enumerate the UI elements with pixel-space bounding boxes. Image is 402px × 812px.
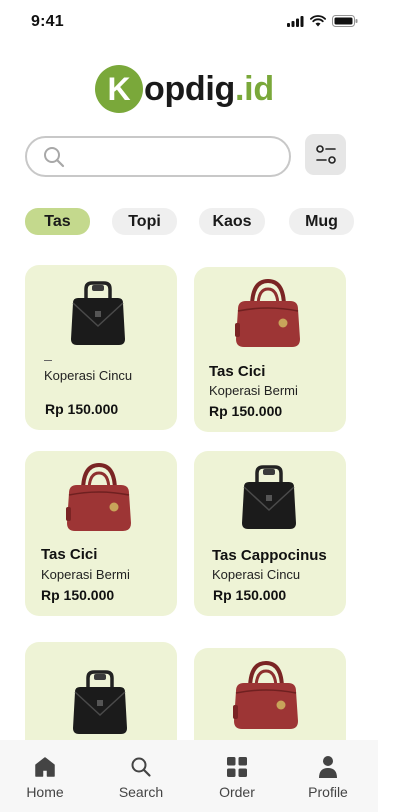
bottom-nav: Home Search Order Profile xyxy=(0,740,378,812)
nav-icon-wrap xyxy=(317,755,339,779)
red-bag-image xyxy=(233,661,298,729)
filter-icon xyxy=(315,144,336,164)
user-icon xyxy=(319,756,337,778)
tab-label: Mug xyxy=(305,212,338,230)
product-price: Rp 150.000 xyxy=(41,587,115,603)
tab-kaos[interactable]: Kaos xyxy=(199,208,265,235)
logo-mark: K xyxy=(95,65,143,113)
tab-topi[interactable]: Topi xyxy=(112,208,177,235)
nav-label: Profile xyxy=(308,784,348,800)
product-price: Rp 150.000 xyxy=(45,401,119,417)
nav-icon-wrap xyxy=(130,755,152,779)
red-bag-image xyxy=(66,463,131,531)
filter-button[interactable] xyxy=(305,134,346,175)
product-shop: Koperasi Cincu xyxy=(44,368,133,383)
product-shop: Koperasi Cincu xyxy=(212,567,301,582)
product-name: Tas Cappocinus xyxy=(212,547,327,564)
nav-home[interactable]: Home xyxy=(18,740,72,812)
logo-suffix: .id xyxy=(235,69,274,108)
product-shop: Koperasi Bermi xyxy=(41,567,130,582)
product-card[interactable]: Tas Cappocinus Koperasi Cincu Rp 150.000 xyxy=(194,451,346,616)
product-card[interactable]: Tas Cici Koperasi Bermi Rp 150.000 xyxy=(25,451,177,616)
status-time: 9:41 xyxy=(31,13,64,30)
card-divider xyxy=(44,360,52,361)
home-icon xyxy=(35,757,55,777)
nav-profile[interactable]: Profile xyxy=(302,740,354,812)
status-icons xyxy=(287,15,358,27)
nav-search[interactable]: Search xyxy=(112,740,170,812)
nav-label: Order xyxy=(219,784,255,800)
black-bag-image xyxy=(242,465,296,529)
logo-wordmark: opdig.id xyxy=(144,70,274,109)
tab-mug[interactable]: Mug xyxy=(289,208,354,235)
search-input[interactable] xyxy=(77,144,277,169)
black-bag-image xyxy=(73,670,127,734)
search-bar[interactable] xyxy=(25,136,291,177)
battery-icon xyxy=(332,15,358,27)
search-icon xyxy=(44,147,65,168)
black-bag-image xyxy=(71,281,125,345)
nav-order[interactable]: Order xyxy=(211,740,263,812)
product-name: Tas Cici xyxy=(209,363,266,380)
nav-icon-wrap xyxy=(34,755,56,779)
status-bar: 9:41 xyxy=(0,0,402,44)
product-shop: Koperasi Bermi xyxy=(209,383,298,398)
product-name: Tas Cici xyxy=(41,546,98,563)
tab-label: Kaos xyxy=(212,212,252,230)
grid-icon xyxy=(227,757,247,777)
product-card[interactable]: Koperasi Cincu Rp 150.000 xyxy=(25,265,177,430)
logo-text: opdig xyxy=(144,69,236,108)
signal-icon xyxy=(287,15,304,27)
tab-label: Tas xyxy=(44,212,71,230)
product-price: Rp 150.000 xyxy=(213,587,287,603)
app-logo: K opdig.id xyxy=(95,64,274,114)
red-bag-image xyxy=(235,279,300,347)
nav-icon-wrap xyxy=(226,755,248,779)
wifi-icon xyxy=(310,15,326,27)
product-card[interactable]: Tas Cici Koperasi Bermi Rp 150.000 xyxy=(194,267,346,432)
product-price: Rp 150.000 xyxy=(209,403,283,419)
tab-tas[interactable]: Tas xyxy=(25,208,90,235)
nav-label: Search xyxy=(118,784,164,800)
search-icon xyxy=(131,757,151,777)
tab-label: Topi xyxy=(128,212,161,230)
nav-label: Home xyxy=(26,784,64,800)
